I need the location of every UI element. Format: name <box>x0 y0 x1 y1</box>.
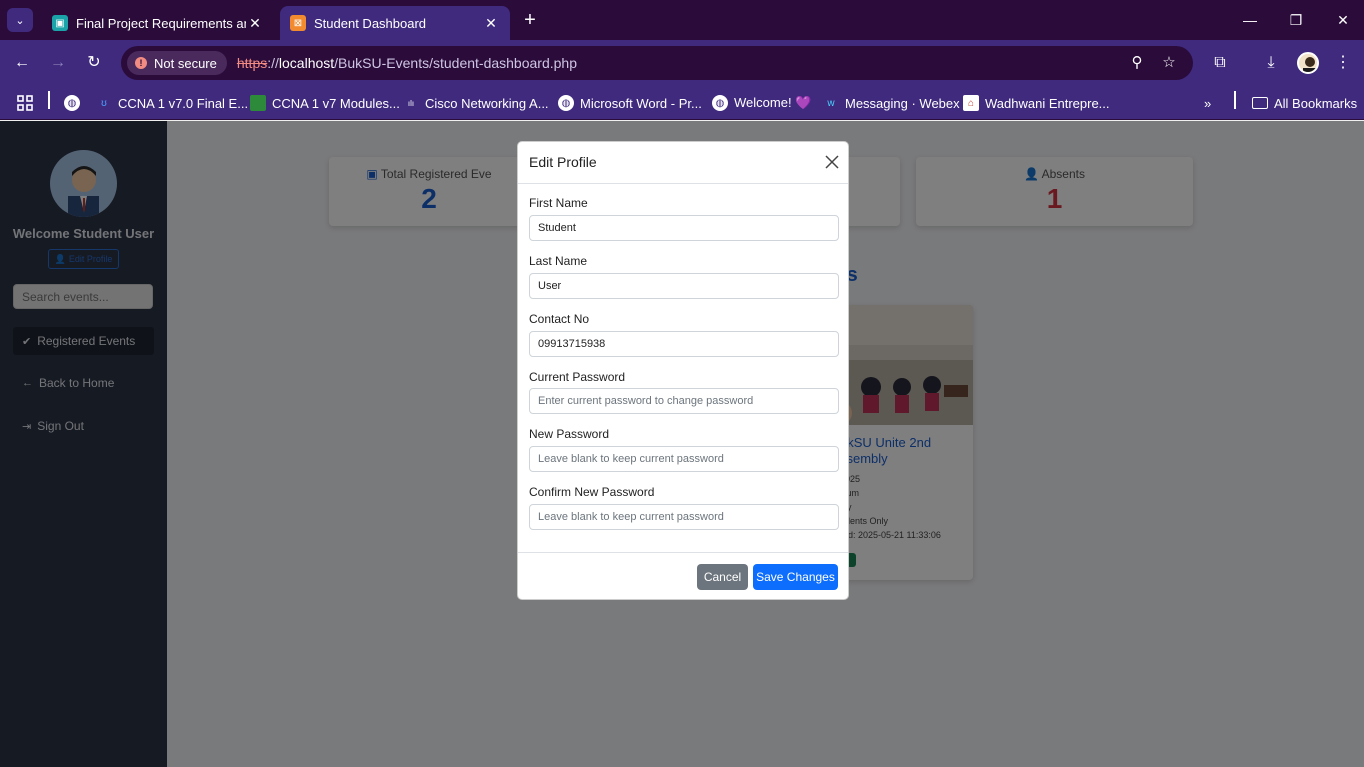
more-bookmarks-icon[interactable]: » <box>1204 92 1211 114</box>
bookmark-label: Cisco Networking A... <box>425 95 549 111</box>
forward-arrow-icon[interactable]: → <box>46 51 70 75</box>
tab-student-dashboard[interactable]: ⊠ Student Dashboard ✕ <box>280 6 510 40</box>
modal-title: Edit Profile <box>529 154 597 170</box>
bookmark-label: Wadhwani Entrepre... <box>985 95 1110 111</box>
bookmark-label: CCNA 1 v7.0 Final E... <box>118 95 249 111</box>
bookmark-label: Messaging · Webex <box>845 95 960 111</box>
bookmark-divider <box>48 91 50 109</box>
classroom-favicon-icon: ▣ <box>52 15 68 31</box>
modal-footer: Cancel Save Changes <box>518 552 848 600</box>
bookmark-label: CCNA 1 v7 Modules... <box>272 95 400 111</box>
apps-grid-icon[interactable] <box>16 92 34 114</box>
last-name-input[interactable] <box>529 273 839 299</box>
bookmark-ccna-modules[interactable]: CCNA 1 v7 Modules... <box>250 92 400 114</box>
extensions-icon[interactable]: ⧉ <box>1208 51 1232 75</box>
save-changes-button[interactable]: Save Changes <box>753 564 838 590</box>
last-name-label: Last Name <box>529 254 588 268</box>
all-bookmarks[interactable]: All Bookmarks <box>1252 92 1357 114</box>
download-icon[interactable]: ⤓ <box>1259 51 1283 75</box>
browser-toolbar: ← → ↻ ! Not secure https://localhost/Buk… <box>0 40 1364 86</box>
url-scheme: https <box>236 55 268 71</box>
globe-icon: ◍ <box>712 95 728 111</box>
globe-icon: ◍ <box>558 95 574 111</box>
security-label: Not secure <box>154 55 217 71</box>
bookmark-label: Microsoft Word - Pr... <box>580 95 702 111</box>
security-chip[interactable]: ! Not secure <box>127 51 227 75</box>
cisco-icon: ılı <box>407 98 415 108</box>
bookmark-star-icon[interactable]: ☆ <box>1157 51 1181 75</box>
back-arrow-icon[interactable]: ← <box>10 51 34 75</box>
not-secure-icon: ! <box>135 57 147 69</box>
current-password-label: Current Password <box>529 370 626 384</box>
bookmark-divider <box>1234 91 1236 109</box>
bookmark-word[interactable]: ◍ Microsoft Word - Pr... <box>558 92 702 114</box>
first-name-label: First Name <box>529 196 588 210</box>
bookmark-welcome[interactable]: ◍ Welcome! 💜 <box>712 92 811 114</box>
cancel-button[interactable]: Cancel <box>697 564 748 590</box>
bookmark-wadhwani[interactable]: ⌂ Wadhwani Entrepre... <box>963 92 1110 114</box>
minimize-icon[interactable]: — <box>1238 8 1262 32</box>
bookmark-ccna-final[interactable]: ʊ CCNA 1 v7.0 Final E... <box>96 92 248 114</box>
reload-icon[interactable]: ↻ <box>82 51 106 75</box>
url-text[interactable]: https://localhost/BukSU-Events/student-d… <box>237 55 577 71</box>
tab-title: Final Project Requirements and <box>76 15 246 31</box>
all-bookmarks-label: All Bookmarks <box>1274 95 1358 111</box>
address-bar[interactable]: ! Not secure https://localhost/BukSU-Eve… <box>121 46 1193 80</box>
tab-close-icon[interactable]: ✕ <box>246 15 264 32</box>
url-separator: :// <box>267 55 279 71</box>
tab-search-chevron-icon[interactable]: ⌄ <box>7 8 33 32</box>
modal-header: Edit Profile <box>518 142 848 184</box>
bookmark-label: Welcome! 💜 <box>734 95 812 110</box>
url-host: localhost <box>278 55 335 71</box>
profile-avatar[interactable] <box>1297 52 1319 74</box>
bookmarks-bar: ◍ ʊ CCNA 1 v7.0 Final E... CCNA 1 v7 Modu… <box>0 86 1364 120</box>
close-window-icon[interactable]: ✕ <box>1331 8 1355 32</box>
url-path: /BukSU-Events/student-dashboard.php <box>334 55 577 71</box>
browser-titlebar: ⌄ ▣ Final Project Requirements and ✕ ⊠ S… <box>0 0 1364 40</box>
first-name-input[interactable] <box>529 215 839 241</box>
sheet-icon <box>250 95 266 111</box>
xampp-favicon-icon: ⊠ <box>290 15 306 31</box>
new-password-label: New Password <box>529 427 610 441</box>
zoom-icon[interactable]: ⚲ <box>1125 51 1149 75</box>
new-password-input[interactable] <box>529 446 839 472</box>
close-icon[interactable] <box>824 154 840 170</box>
new-tab-icon[interactable]: + <box>518 8 542 32</box>
confirm-password-label: Confirm New Password <box>529 485 655 499</box>
tab-title: Student Dashboard <box>314 15 427 31</box>
wadhwani-icon: ⌂ <box>963 95 979 111</box>
folder-icon <box>1252 97 1268 109</box>
bookmark-cisco[interactable]: ılı Cisco Networking A... <box>403 92 549 114</box>
contact-no-label: Contact No <box>529 312 590 326</box>
edit-profile-modal: Edit Profile First Name Last Name Contac… <box>517 141 849 600</box>
confirm-password-input[interactable] <box>529 504 839 530</box>
webex-icon: ᴡ <box>827 97 835 109</box>
globe-bookmark-icon[interactable]: ◍ <box>64 92 86 114</box>
itexam-icon: ʊ <box>101 97 107 109</box>
contact-no-input[interactable] <box>529 331 839 357</box>
bookmark-webex[interactable]: ᴡ Messaging · Webex <box>823 92 960 114</box>
tab-close-icon[interactable]: ✕ <box>482 15 500 32</box>
restore-icon[interactable]: ❐ <box>1284 8 1308 32</box>
current-password-input[interactable] <box>529 388 839 414</box>
menu-dots-icon[interactable]: ⋮ <box>1331 51 1355 75</box>
tab-final-project[interactable]: ▣ Final Project Requirements and ✕ <box>42 6 274 40</box>
